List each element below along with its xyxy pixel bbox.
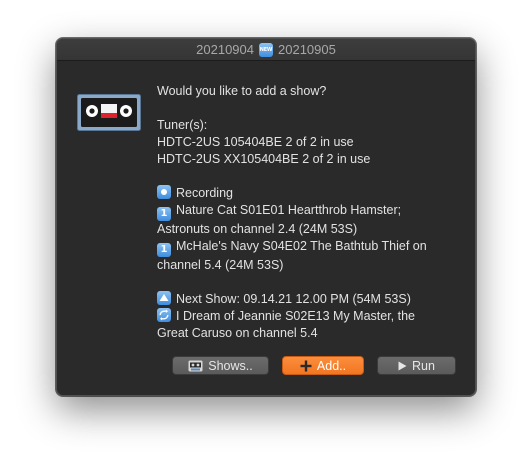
tape-icon [188, 360, 203, 371]
recording-item: 1 McHale's Navy S04E02 The Bathtub Thief … [157, 238, 462, 257]
next-show-detail: I Dream of Jeannie S02E13 My Master, the [157, 308, 462, 325]
repeat-icon [157, 308, 171, 322]
recording-detail: Astronuts on channel 2.4 (24M 53S) [157, 222, 358, 236]
play-icon [398, 361, 407, 370]
button-row: Shows.. Add.. Run [57, 356, 475, 376]
recording-title: Nature Cat S01E01 Heartthrob Hamster; [176, 203, 402, 217]
add-button[interactable]: Add.. [282, 356, 364, 375]
new-icon: NEW [259, 42, 273, 57]
recording-header: Recording [157, 185, 462, 202]
record-icon [157, 185, 171, 199]
next-show: Next Show: 09.14.21 12.00 PM (54M 53S) [157, 291, 462, 308]
number-one-icon: 1 [157, 243, 171, 257]
number-one-icon: 1 [157, 207, 171, 221]
title-date-end: 20210905 [278, 42, 336, 57]
run-button-label: Run [412, 358, 435, 373]
shows-button[interactable]: Shows.. [172, 356, 269, 375]
run-button[interactable]: Run [377, 356, 456, 375]
add-show-dialog: 20210904 NEW 20210905 Would you like to … [56, 38, 476, 396]
tuners-label: Tuner(s): [157, 118, 208, 132]
question-text: Would you like to add a show? [157, 84, 327, 98]
title-date-start: 20210904 [196, 42, 254, 57]
vhs-tape-icon [77, 94, 141, 131]
add-button-label: Add.. [316, 358, 347, 373]
recording-title: McHale's Navy S04E02 The Bathtub Thief o… [176, 239, 427, 253]
recording-label: Recording [176, 186, 233, 200]
next-show-text: Next Show: 09.14.21 12.00 PM (54M 53S) [176, 292, 411, 306]
shows-button-label: Shows.. [208, 358, 253, 373]
plus-icon [300, 360, 312, 371]
recording-detail: channel 5.4 (24M 53S) [157, 258, 284, 272]
title-bar: 20210904 NEW 20210905 [57, 39, 475, 61]
tuner-line: HDTC-2US XX105404BE 2 of 2 in use [157, 152, 371, 166]
next-show-channel: Great Caruso on channel 5.4 [157, 326, 318, 340]
next-show-title: I Dream of Jeannie S02E13 My Master, the [176, 309, 416, 323]
up-arrow-icon [157, 291, 171, 305]
recording-item: 1 Nature Cat S01E01 Heartthrob Hamster; [157, 202, 462, 221]
message-body: Would you like to add a show? Tuner(s): … [157, 83, 462, 342]
tuner-line: HDTC-2US 105404BE 2 of 2 in use [157, 135, 354, 149]
